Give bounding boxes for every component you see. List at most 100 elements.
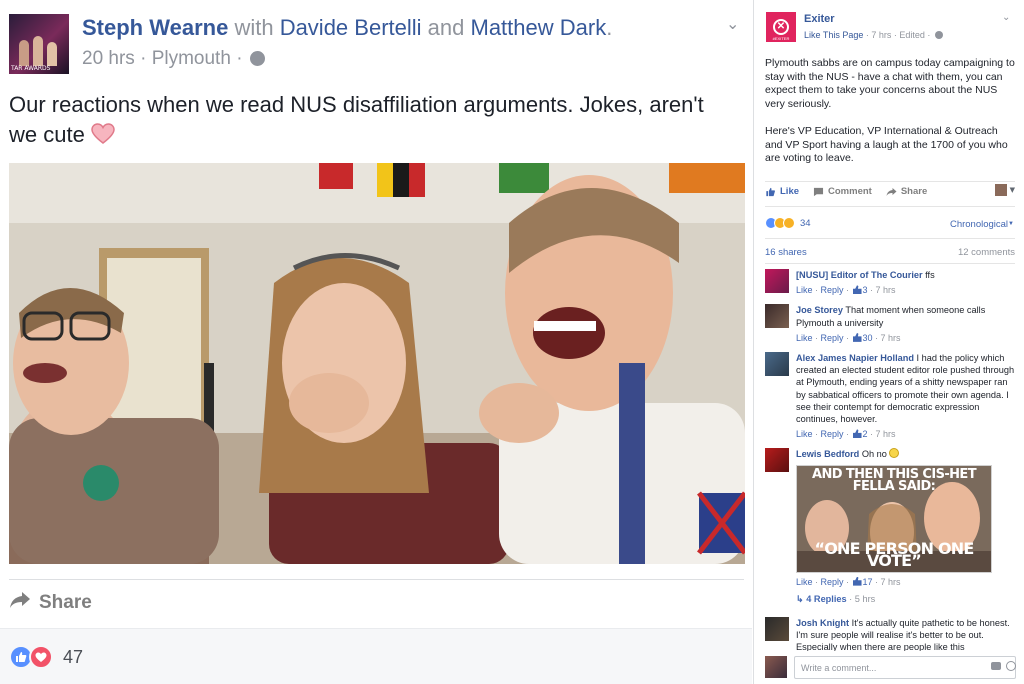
divider xyxy=(765,263,1015,264)
emoji-icon[interactable] xyxy=(1006,661,1016,671)
comment-like-link[interactable]: Like xyxy=(796,333,813,343)
avatar[interactable] xyxy=(765,617,789,642)
comment-like-link[interactable]: Like xyxy=(796,429,813,439)
post-as-selector[interactable]: ▼ xyxy=(994,184,1015,196)
avatar-tag: #EXITER xyxy=(772,36,790,41)
comment-text: I had the policy which created an electe… xyxy=(796,353,1015,425)
comment-time[interactable]: 7 hrs xyxy=(881,333,901,343)
view-replies-link[interactable]: ↳ 4 Replies · 5 hrs xyxy=(796,593,1017,605)
side-paragraph-2: Here's VP Education, VP International & … xyxy=(765,124,1008,165)
like-page-link[interactable]: Like This Page xyxy=(804,30,863,40)
share-button[interactable]: Share xyxy=(9,590,92,616)
meta-separator: · xyxy=(236,48,243,69)
side-reactions[interactable]: 34 xyxy=(765,217,811,229)
comment-like-count[interactable]: 17 xyxy=(863,577,873,587)
tagged-person-1[interactable]: Davide Bertelli xyxy=(280,15,422,40)
avatar[interactable] xyxy=(765,269,789,293)
avatar-caption: TAR AWARDS xyxy=(11,65,51,72)
author-name[interactable]: Steph Wearne xyxy=(82,15,228,40)
caret-down-icon: ▼ xyxy=(1009,186,1015,194)
comment-like-link[interactable]: Like xyxy=(796,577,813,587)
comment-reply-link[interactable]: Reply xyxy=(821,333,844,343)
like-button[interactable]: Like xyxy=(765,186,799,197)
globe-icon[interactable] xyxy=(249,51,265,66)
edited-label[interactable]: Edited xyxy=(899,30,925,40)
comment: Alex James Napier Holland I had the poli… xyxy=(765,348,1017,440)
chevron-down-icon[interactable]: ⌄ xyxy=(1002,12,1010,23)
love-reaction-icon xyxy=(29,645,53,669)
comment-like-count[interactable]: 3 xyxy=(863,285,868,295)
comment-list: [NUSU] Editor of The Courier ffs Like · … xyxy=(765,265,1017,654)
tagged-person-2[interactable]: Matthew Dark xyxy=(471,15,607,40)
side-reaction-count: 34 xyxy=(800,217,811,229)
comment-like-count[interactable]: 2 xyxy=(863,429,868,439)
and-text: and xyxy=(427,15,465,40)
avatar[interactable] xyxy=(765,448,789,473)
page-meta: Like This Page · 7 hrs · Edited · xyxy=(804,30,943,40)
share-arrow-icon xyxy=(9,591,31,615)
chevron-down-icon[interactable]: ⌄ xyxy=(726,14,744,33)
comment: Josh Knight It's actually quite pathetic… xyxy=(765,613,1017,654)
author-avatar[interactable]: TAR AWARDS xyxy=(9,14,69,74)
post-meta: 20 hrs · Plymouth · xyxy=(82,48,265,70)
comment-reply-link[interactable]: Reply xyxy=(821,577,844,587)
meme-top-text: AND THEN THIS CIS-HET FELLA SAID: xyxy=(812,466,977,494)
thumbs-up-icon xyxy=(766,187,775,196)
action-bar: Like Comment Share ▼ xyxy=(765,184,1017,197)
comment-time[interactable]: 7 hrs xyxy=(881,577,901,587)
shares-row: 16 shares 12 comments xyxy=(765,247,1015,258)
page-name[interactable]: Exiter xyxy=(804,13,835,25)
heart-icon xyxy=(91,123,115,145)
comments-count[interactable]: 12 comments xyxy=(958,247,1015,258)
avatar xyxy=(765,656,787,678)
caret-down-icon: ▼ xyxy=(1008,221,1014,227)
with-text: with xyxy=(234,15,274,40)
comment-meta: Like · Reply · 3 · 7 hrs xyxy=(796,285,896,296)
comment: Lewis Bedford Oh no AND THEN THIS CIS-HE… xyxy=(765,444,1017,605)
post-location[interactable]: Plymouth xyxy=(152,48,231,69)
reaction-icons[interactable] xyxy=(9,645,53,669)
side-paragraph-1: Plymouth sabbs are on campus today campa… xyxy=(765,57,1015,110)
sort-dropdown[interactable]: Chronological▼ xyxy=(950,219,1014,230)
comment-reply-link[interactable]: Reply xyxy=(821,285,844,295)
divider xyxy=(765,206,1015,207)
commenter-name[interactable]: [NUSU] Editor of The Courier xyxy=(796,270,923,280)
like-label: Like xyxy=(780,186,800,197)
thumbs-up-icon xyxy=(852,285,862,295)
comment-meta: Like · Reply · 30 · 7 hrs xyxy=(796,332,901,343)
comment-meta: Like · Reply · 2 · 7 hrs xyxy=(796,429,896,440)
comment: Joe Storey That moment when someone call… xyxy=(765,300,1017,344)
comment-button[interactable]: Comment xyxy=(813,186,872,197)
commenter-name[interactable]: Alex James Napier Holland xyxy=(796,353,914,363)
post-photo[interactable] xyxy=(9,163,745,564)
comment-time[interactable]: 7 hrs xyxy=(876,285,896,295)
meme-image[interactable]: AND THEN THIS CIS-HET FELLA SAID: “ONE P… xyxy=(796,464,992,573)
shares-count[interactable]: 16 shares xyxy=(765,247,807,258)
thumbs-up-icon xyxy=(852,332,862,342)
divider xyxy=(9,579,744,580)
page-avatar[interactable]: ✕ #EXITER xyxy=(766,12,796,42)
side-timestamp[interactable]: 7 hrs xyxy=(871,30,891,40)
avatar xyxy=(994,184,1007,196)
comment-text: ffs xyxy=(925,270,935,280)
reaction-count[interactable]: 47 xyxy=(63,647,83,668)
comment-time[interactable]: 7 hrs xyxy=(876,429,896,439)
period-text: . xyxy=(606,15,613,40)
divider xyxy=(765,238,1015,239)
meta-separator: · xyxy=(140,48,147,69)
camera-icon[interactable] xyxy=(991,662,1001,670)
comment-like-link[interactable]: Like xyxy=(796,285,813,295)
avatar[interactable] xyxy=(765,304,789,329)
share-arrow-icon xyxy=(886,187,897,196)
avatar[interactable] xyxy=(765,352,789,377)
commenter-name[interactable]: Lewis Bedford xyxy=(796,449,859,459)
share-button[interactable]: Share xyxy=(886,186,927,197)
comment-input[interactable]: Write a comment... xyxy=(794,656,1016,679)
comment-like-count[interactable]: 30 xyxy=(863,333,873,343)
commenter-name[interactable]: Josh Knight xyxy=(796,618,849,628)
comment-reply-link[interactable]: Reply xyxy=(821,429,844,439)
comment: [NUSU] Editor of The Courier ffs Like · … xyxy=(765,265,1017,296)
commenter-name[interactable]: Joe Storey xyxy=(796,305,843,315)
share-label: Share xyxy=(900,186,928,197)
post-time[interactable]: 20 hrs xyxy=(82,48,135,69)
